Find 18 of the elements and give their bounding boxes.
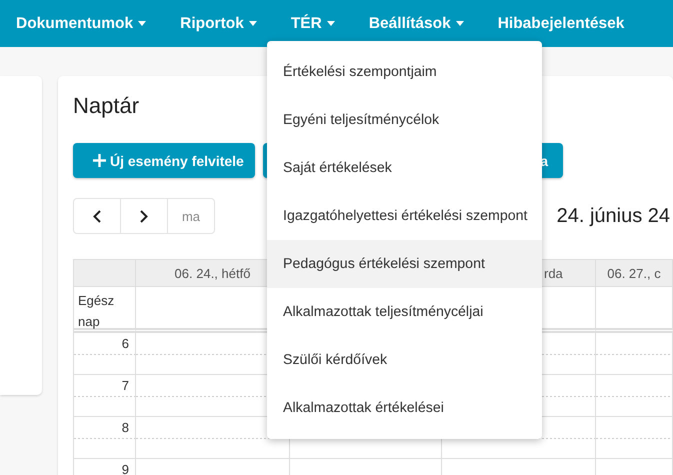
column-header: 06. 27., c xyxy=(596,260,673,287)
dropdown-item[interactable]: Saját értékelések xyxy=(267,144,542,192)
dropdown-item[interactable]: Pedagógus értékelési szempont xyxy=(267,240,542,288)
dropdown-item[interactable]: Egyéni teljesítménycélok xyxy=(267,96,542,144)
today-button[interactable]: ma xyxy=(168,199,214,233)
dropdown-item[interactable]: Igazgatóhelyettesi értékelési szempont xyxy=(267,192,542,240)
date-range-title: 24. június 24 xyxy=(556,204,670,228)
dropdown-item[interactable]: Értékelési szempontjaim xyxy=(267,48,542,96)
chevron-right-icon xyxy=(140,210,148,222)
dropdown-item[interactable]: Szülői kérdőívek xyxy=(267,336,542,384)
plus-icon xyxy=(93,154,106,167)
hour-label: 7 xyxy=(74,375,136,417)
page-title: Naptár xyxy=(73,93,140,120)
hour-label: 8 xyxy=(74,417,136,459)
dropdown-item[interactable]: Alkalmazottak értékelései xyxy=(267,384,542,432)
chevron-left-icon xyxy=(93,210,101,222)
hour-label: 6 xyxy=(74,333,136,375)
dropdown-item[interactable]: Alkalmazottak teljesítménycéljai xyxy=(267,288,542,336)
